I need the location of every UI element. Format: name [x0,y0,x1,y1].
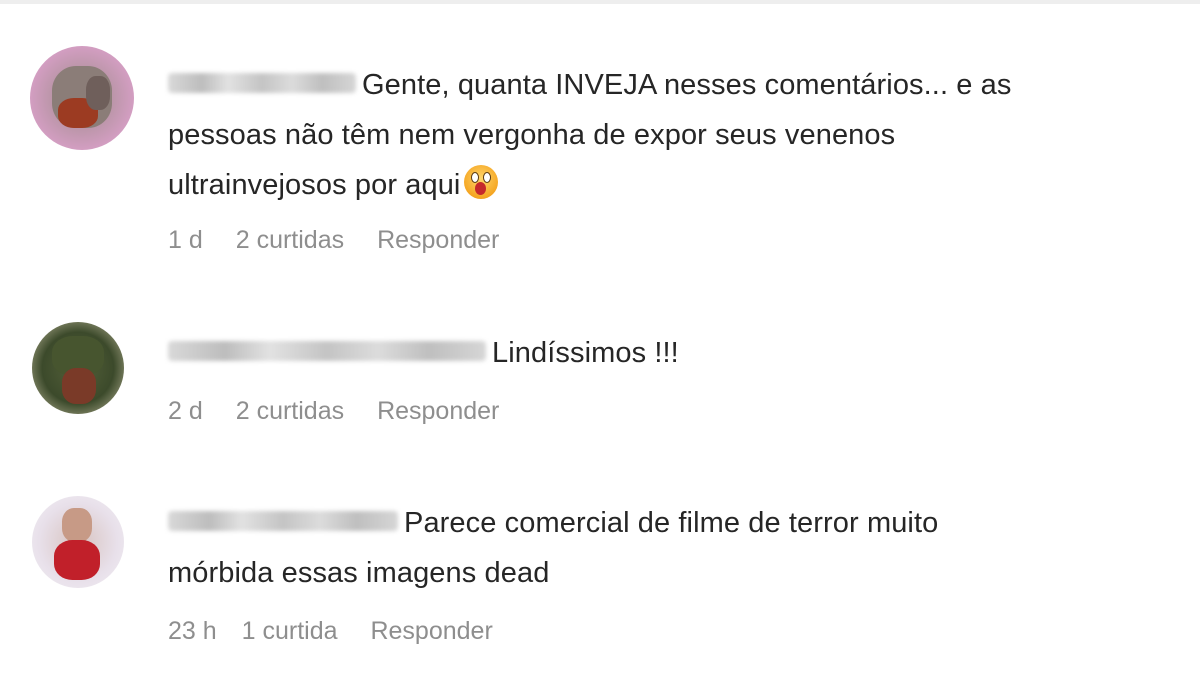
comment-likes[interactable]: 2 curtidas [236,226,344,255]
comment-text: Gente, quanta INVEJA nesses comentários.… [168,60,1168,210]
comment-line: pessoas não têm nem vergonha de expor se… [168,119,896,151]
comment-line: Gente, quanta INVEJA nesses comentários.… [362,69,1012,101]
comment-time[interactable]: 23 h [168,617,217,646]
avatar[interactable] [30,46,134,150]
comment-meta: 1 d 2 curtidas Responder [168,226,525,255]
comment-likes[interactable]: 1 curtida [242,617,338,646]
comment-line: Parece comercial de filme de terror muit… [404,507,939,539]
comment-text: Parece comercial de filme de terror muit… [168,498,1168,598]
comment-line: Lindíssimos !!! [492,337,679,369]
reply-button[interactable]: Responder [377,226,499,255]
avatar[interactable] [32,496,124,588]
comment-meta: 2 d 2 curtidas Responder [168,397,525,426]
blurred-username[interactable] [168,73,356,94]
comment-line: mórbida essas imagens dead [168,557,550,589]
blurred-username[interactable] [168,511,398,532]
blurred-username[interactable] [168,341,486,362]
reply-button[interactable]: Responder [370,617,492,646]
avatar[interactable] [32,322,124,414]
comment-time[interactable]: 2 d [168,397,203,426]
astonished-face-icon [464,165,499,200]
top-divider [0,0,1200,4]
comment-line: ultrainvejosos por aqui [168,169,461,201]
comment-meta: 23 h 1 curtida Responder [168,617,519,646]
comment-likes[interactable]: 2 curtidas [236,397,344,426]
comment-text: Lindíssimos !!! [168,328,1168,378]
comment-time[interactable]: 1 d [168,226,203,255]
reply-button[interactable]: Responder [377,397,499,426]
